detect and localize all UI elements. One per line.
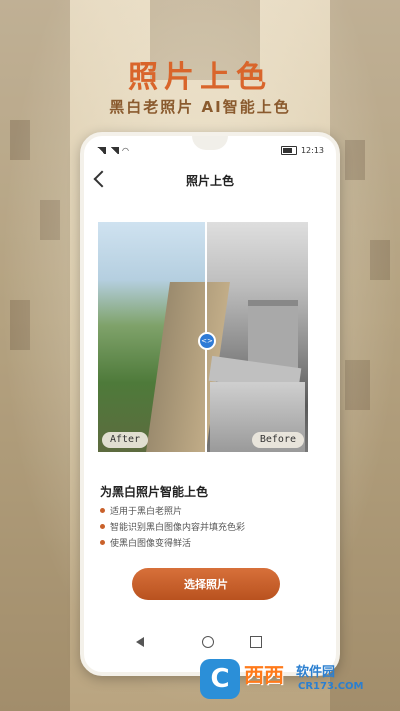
- feature-list: 适用于黑白老照片 智能识别黑白图像内容并填充色彩 使黑白图像变得鲜活: [100, 502, 245, 550]
- status-time: 12:13: [300, 146, 324, 155]
- banner-headline: 照片上色: [128, 60, 272, 95]
- signal-icon: [96, 147, 106, 154]
- page-title: 照片上色: [185, 174, 234, 188]
- features-title: 为黑白照片智能上色: [100, 485, 209, 499]
- after-label: After: [102, 432, 149, 448]
- feature-text: 使黑白图像变得鲜活: [110, 538, 192, 549]
- nav-recents-icon[interactable]: [250, 636, 262, 648]
- watermark-slogan: 软件园: [296, 665, 336, 680]
- watermark-logo-icon: C: [200, 659, 240, 699]
- feature-item: 智能识别黑白图像内容并填充色彩: [100, 518, 245, 534]
- feature-item: 使黑白图像变得鲜活: [100, 534, 245, 550]
- signal-icon: [109, 147, 119, 154]
- before-after-comparison[interactable]: <> After Before: [98, 222, 308, 452]
- slider-handle-icon[interactable]: <>: [198, 332, 216, 350]
- feature-text: 适用于黑白老照片: [110, 506, 183, 517]
- system-nav-bar: [84, 634, 336, 650]
- status-bar: ◠ 12:13: [96, 146, 324, 158]
- battery-icon: [280, 146, 297, 155]
- nav-home-icon[interactable]: [202, 636, 214, 648]
- watermark-domain: CR173.COM: [298, 681, 364, 692]
- banner-subline: 黑白老照片 AI智能上色: [109, 98, 291, 116]
- bullet-icon: [100, 523, 105, 529]
- phone-frame: ◠ 12:13 照片上色 <> After Before 为黑白照片智能上色 适…: [80, 132, 340, 676]
- select-photo-button[interactable]: 选择照片: [132, 568, 280, 600]
- bullet-icon: [100, 539, 105, 545]
- bullet-icon: [100, 507, 105, 513]
- watermark-name: 西西: [244, 663, 284, 687]
- nav-back-icon[interactable]: [136, 637, 144, 647]
- feature-item: 适用于黑白老照片: [100, 502, 245, 518]
- feature-text: 智能识别黑白图像内容并填充色彩: [110, 522, 246, 533]
- wifi-icon: ◠: [122, 146, 129, 155]
- status-icons-right: 12:13: [280, 146, 324, 155]
- before-label: Before: [251, 432, 304, 448]
- nav-bar: 照片上色: [84, 166, 336, 196]
- status-icons-left: ◠: [96, 146, 129, 155]
- watermark: C 西西 软件园 CR173.COM: [200, 657, 380, 701]
